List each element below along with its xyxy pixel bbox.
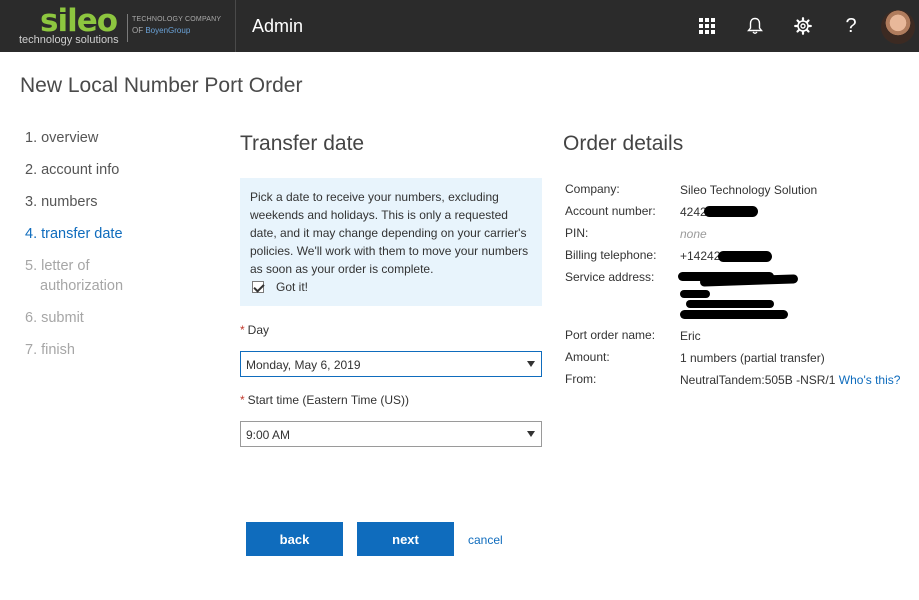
pin-value: none xyxy=(680,227,707,241)
notifications-button[interactable] xyxy=(731,0,779,52)
settings-button[interactable] xyxy=(779,0,827,52)
cancel-link[interactable]: cancel xyxy=(468,533,503,547)
pin-label: PIN: xyxy=(565,226,589,240)
amount-label: Amount: xyxy=(565,350,610,364)
app-launcher-icon xyxy=(699,18,715,34)
help-icon: ? xyxy=(845,14,857,37)
bell-icon xyxy=(747,17,763,34)
start-time-select-value: 9:00 AM xyxy=(246,428,291,442)
chevron-down-icon xyxy=(527,431,535,437)
from-label: From: xyxy=(565,372,597,386)
app-launcher-button[interactable] xyxy=(683,0,731,52)
account-number-label: Account number: xyxy=(565,204,656,218)
gotit-checkbox-row[interactable]: Got it! xyxy=(250,280,532,294)
step-finish: 7. finish xyxy=(25,342,75,358)
step-letter-of-authorization: 5. letter of authorization xyxy=(25,256,205,296)
company-label: Company: xyxy=(565,182,620,196)
start-time-label-text: Start time (Eastern Time (US)) xyxy=(247,393,410,407)
info-box: Pick a date to receive your numbers, exc… xyxy=(240,178,542,306)
wizard-steps: 1. overview 2. account info 3. numbers 4… xyxy=(25,128,205,372)
step-submit: 6. submit xyxy=(25,310,84,326)
logo-of-text: OF xyxy=(132,26,146,35)
gear-icon xyxy=(794,17,812,35)
logo-divider xyxy=(127,14,128,42)
redaction-mark xyxy=(718,251,772,262)
required-marker: * xyxy=(240,323,245,337)
billing-telephone-label: Billing telephone: xyxy=(565,248,657,262)
amount-value: 1 numbers (partial transfer) xyxy=(680,351,825,365)
top-bar: sileo technology solutions TECHNOLOGY CO… xyxy=(0,0,919,52)
app-title: Admin xyxy=(252,16,304,36)
logo-tagline: TECHNOLOGY COMPANY xyxy=(132,16,222,23)
start-time-select[interactable]: 9:00 AM xyxy=(240,421,542,447)
billing-telephone-value: +14242 xyxy=(680,249,721,263)
redaction-mark xyxy=(680,290,710,298)
back-button[interactable]: back xyxy=(246,522,343,556)
day-label: * Day xyxy=(240,323,269,337)
day-select[interactable]: Monday, May 6, 2019 xyxy=(240,351,542,377)
logo-subtitle: technology solutions xyxy=(19,34,119,46)
logo-brand-text: BoyenGroup xyxy=(145,26,191,35)
redaction-mark xyxy=(704,206,758,217)
order-details-heading: Order details xyxy=(563,132,684,155)
chevron-down-icon xyxy=(527,361,535,367)
service-address-label: Service address: xyxy=(565,270,655,284)
help-button[interactable]: ? xyxy=(827,0,875,52)
info-text: Pick a date to receive your numbers, exc… xyxy=(250,190,529,276)
step-account-info[interactable]: 2. account info xyxy=(25,160,205,180)
next-button[interactable]: next xyxy=(357,522,454,556)
logo-parent-company: OF BoyenGroup xyxy=(132,26,190,35)
redaction-mark xyxy=(686,300,774,308)
gotit-checkbox[interactable] xyxy=(252,281,264,293)
step-numbers[interactable]: 3. numbers xyxy=(25,192,205,212)
company-logo[interactable]: sileo technology solutions TECHNOLOGY CO… xyxy=(0,0,236,52)
step-transfer-date[interactable]: 4. transfer date xyxy=(25,224,205,244)
from-value: NeutralTandem:505B -NSR/1 xyxy=(680,373,836,387)
account-number-value: 4242 xyxy=(680,205,707,219)
page-title: New Local Number Port Order xyxy=(20,74,303,97)
gotit-label: Got it! xyxy=(276,280,309,294)
step-loa-line1: 5. letter of xyxy=(25,258,90,274)
start-time-label: * Start time (Eastern Time (US)) xyxy=(240,393,409,407)
redaction-mark xyxy=(680,310,788,319)
step-loa-line2: authorization xyxy=(40,278,124,294)
port-order-name-label: Port order name: xyxy=(565,328,656,342)
whos-this-link[interactable]: Who's this? xyxy=(839,373,901,387)
port-order-name-value: Eric xyxy=(680,329,701,343)
transfer-date-heading: Transfer date xyxy=(240,132,365,155)
day-select-value: Monday, May 6, 2019 xyxy=(246,358,361,372)
user-avatar[interactable] xyxy=(881,10,915,44)
day-label-text: Day xyxy=(247,323,270,337)
from-value-row: NeutralTandem:505B -NSR/1 Who's this? xyxy=(680,373,900,387)
step-overview[interactable]: 1. overview xyxy=(25,128,205,148)
company-value: Sileo Technology Solution xyxy=(680,183,818,197)
required-marker: * xyxy=(240,393,245,407)
